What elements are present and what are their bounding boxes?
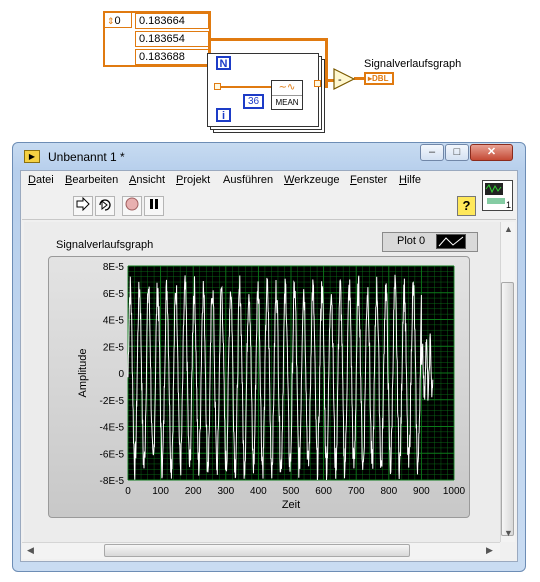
scroll-down-icon[interactable]: ▼ xyxy=(504,528,513,538)
graph-input-wire[interactable] xyxy=(354,77,364,80)
legend-line-icon xyxy=(438,236,464,247)
x-tick-label: 400 xyxy=(250,486,267,497)
y-tick-label: -4E-5 xyxy=(100,423,125,434)
graph-terminal-label: Signalverlaufsgraph xyxy=(364,58,462,70)
array-index-display[interactable]: ⇕0 xyxy=(104,12,132,28)
minimize-button[interactable]: – xyxy=(420,144,444,161)
vi-icon-connector-pane[interactable]: 1 xyxy=(482,180,513,211)
x-tick-label: 0 xyxy=(125,486,131,497)
array-wire[interactable] xyxy=(211,38,328,41)
scroll-left-icon[interactable]: ◀ xyxy=(27,545,34,556)
menu-rest: atei xyxy=(35,174,54,186)
abort-button[interactable] xyxy=(122,196,142,216)
y-tick-label: 4E-5 xyxy=(103,316,125,327)
iteration-terminal[interactable]: i xyxy=(216,108,231,122)
menu-rest: earbeiten xyxy=(72,174,119,186)
index-spinner-icon[interactable]: ⇕ xyxy=(105,16,115,26)
legend-swatch[interactable] xyxy=(436,234,466,249)
toolbar-separator xyxy=(22,219,516,220)
vertical-scroll-thumb[interactable] xyxy=(501,282,514,536)
context-help-button[interactable]: ? xyxy=(457,196,476,216)
y-tick-label: 0 xyxy=(118,369,124,380)
x-axis-label: Zeit xyxy=(282,499,300,511)
pause-icon xyxy=(150,199,158,209)
x-tick-label: 100 xyxy=(152,486,169,497)
loop-count-terminal[interactable]: N xyxy=(216,56,231,70)
input-tunnel[interactable] xyxy=(214,83,221,90)
menu-projekt[interactable]: Projekt xyxy=(176,174,210,186)
y-tick-label: 8E-5 xyxy=(103,262,125,273)
svg-text:-: - xyxy=(338,74,342,86)
array-element-1[interactable]: 0.183654 xyxy=(135,31,209,47)
x-tick-label: 700 xyxy=(348,486,365,497)
menu-fenster[interactable]: Fenster xyxy=(350,174,387,186)
y-tick-label: 6E-5 xyxy=(103,289,125,300)
y-axis-label: Amplitude xyxy=(77,349,89,398)
menu-rest: erkzeuge xyxy=(294,174,340,186)
scroll-up-icon[interactable]: ▲ xyxy=(504,224,513,234)
menu-ausfuehren-label: Ausführen xyxy=(223,174,274,186)
abort-stop-icon xyxy=(125,197,139,211)
array-index-value: 0 xyxy=(114,15,121,27)
scroll-right-icon[interactable]: ▶ xyxy=(486,545,493,556)
run-button[interactable] xyxy=(73,196,93,216)
menu-accel: F xyxy=(350,174,357,186)
menu-rest: enster xyxy=(356,174,388,186)
waveform-plot-svg[interactable]: 0 100 200 300 400 500 600 700 800 900 1000 8E-5 6E-5… xyxy=(48,256,470,518)
loop-inner-wire[interactable] xyxy=(220,86,271,88)
menu-rest: nsicht xyxy=(136,174,166,186)
menu-ausfuehren[interactable]: Ausführen xyxy=(223,174,273,186)
y-tick-label: 2E-5 xyxy=(103,342,125,353)
x-tick-label: 900 xyxy=(413,486,430,497)
horizontal-scroll-thumb[interactable] xyxy=(104,544,410,557)
graph-title: Signalverlaufsgraph xyxy=(56,239,154,251)
menu-datei[interactable]: Datei xyxy=(28,174,54,186)
menu-hilfe[interactable]: Hilfe xyxy=(399,174,421,186)
subtract-function[interactable]: - xyxy=(333,68,355,90)
y-tick-label: -6E-5 xyxy=(100,449,125,460)
x-tick-label: 200 xyxy=(185,486,202,497)
menu-accel: H xyxy=(399,174,407,186)
menu-bearbeiten[interactable]: Bearbeiten xyxy=(65,174,118,186)
output-tunnel[interactable] xyxy=(314,80,321,87)
maximize-button[interactable]: □ xyxy=(445,144,469,161)
graph-indicator-terminal[interactable]: ▸DBL xyxy=(364,72,394,85)
menu-werkzeuge[interactable]: Werkzeuge xyxy=(284,174,339,186)
graph-indicator-type: DBL xyxy=(372,74,389,83)
x-tick-label: 300 xyxy=(217,486,234,497)
x-tick-label: 1000 xyxy=(443,486,466,497)
mean-label: MEAN xyxy=(275,98,299,107)
run-continuously-icon xyxy=(99,199,111,211)
samples-constant[interactable]: 36 xyxy=(243,94,264,109)
menu-rest: rojekt xyxy=(183,174,211,186)
close-button[interactable]: ✕ xyxy=(470,144,513,161)
mean-function[interactable]: ∼∿ MEAN xyxy=(271,80,303,110)
x-tick-label: 500 xyxy=(283,486,300,497)
run-continuously-button[interactable] xyxy=(95,196,115,216)
pause-button[interactable] xyxy=(144,196,164,216)
array-element-0[interactable]: 0.183664 xyxy=(135,13,209,29)
menu-accel: W xyxy=(284,174,295,186)
menu-accel: D xyxy=(28,174,36,186)
y-tick-label: -8E-5 xyxy=(100,476,125,487)
x-tick-label: 600 xyxy=(315,486,332,497)
y-tick-label: -2E-5 xyxy=(100,396,125,407)
run-arrow-icon xyxy=(76,196,90,212)
window-title: Unbenannt 1 * xyxy=(48,150,125,164)
x-tick-label: 800 xyxy=(380,486,397,497)
array-element-2[interactable]: 0.183688 xyxy=(135,49,209,65)
connector-pane-number: 1 xyxy=(506,200,512,210)
labview-window-icon[interactable]: ▶ xyxy=(24,150,40,163)
legend-plot-label: Plot 0 xyxy=(397,235,426,247)
waveform-icon: ∼∿ xyxy=(272,81,302,96)
menu-rest: ilfe xyxy=(406,174,422,186)
menu-ansicht[interactable]: Ansicht xyxy=(129,174,165,186)
